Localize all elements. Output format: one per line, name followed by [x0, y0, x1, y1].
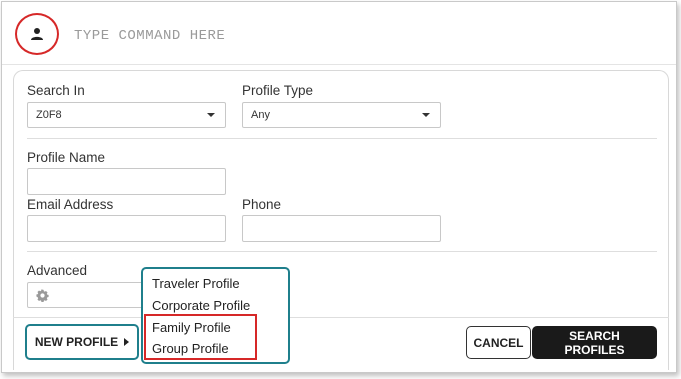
phone-field[interactable]: [242, 215, 441, 242]
email-field[interactable]: [27, 215, 226, 242]
section-divider: [27, 138, 657, 139]
new-profile-menu: Traveler Profile Corporate Profile Famil…: [141, 267, 290, 364]
search-profiles-button[interactable]: SEARCH PROFILES: [532, 326, 657, 359]
command-bar: [2, 2, 676, 65]
search-in-label: Search In: [27, 83, 85, 98]
command-input[interactable]: [72, 24, 636, 48]
menu-item-corporate-profile[interactable]: Corporate Profile: [152, 298, 250, 313]
gear-icon: [36, 288, 49, 302]
profile-name-label: Profile Name: [27, 150, 106, 165]
profile-type-label: Profile Type: [242, 83, 314, 98]
new-profile-button[interactable]: NEW PROFILE: [25, 324, 139, 360]
advanced-settings-button[interactable]: [27, 282, 145, 308]
search-in-select[interactable]: Z0F8: [27, 102, 226, 128]
menu-item-traveler-profile[interactable]: Traveler Profile: [152, 276, 240, 291]
section-divider: [27, 251, 657, 252]
advanced-label: Advanced: [27, 263, 88, 278]
phone-label: Phone: [242, 197, 282, 212]
chevron-down-icon: [422, 113, 430, 117]
profile-type-select[interactable]: Any: [242, 102, 441, 128]
menu-item-group-profile[interactable]: Group Profile: [152, 341, 229, 356]
avatar[interactable]: [15, 13, 59, 55]
caret-right-icon: [124, 338, 130, 346]
chevron-down-icon: [207, 113, 215, 117]
person-icon: [31, 28, 43, 40]
profile-type-value: Any: [251, 109, 270, 121]
email-address-label: Email Address: [27, 197, 114, 212]
footer-divider: [13, 317, 669, 318]
search-in-value: Z0F8: [36, 109, 62, 121]
search-profiles-dialog: Search In Z0F8 Profile Type Any Profile …: [1, 1, 677, 373]
menu-item-family-profile[interactable]: Family Profile: [152, 320, 231, 335]
cancel-button[interactable]: CANCEL: [466, 326, 531, 359]
new-profile-label: NEW PROFILE: [34, 335, 119, 349]
profile-name-field[interactable]: [27, 168, 226, 195]
